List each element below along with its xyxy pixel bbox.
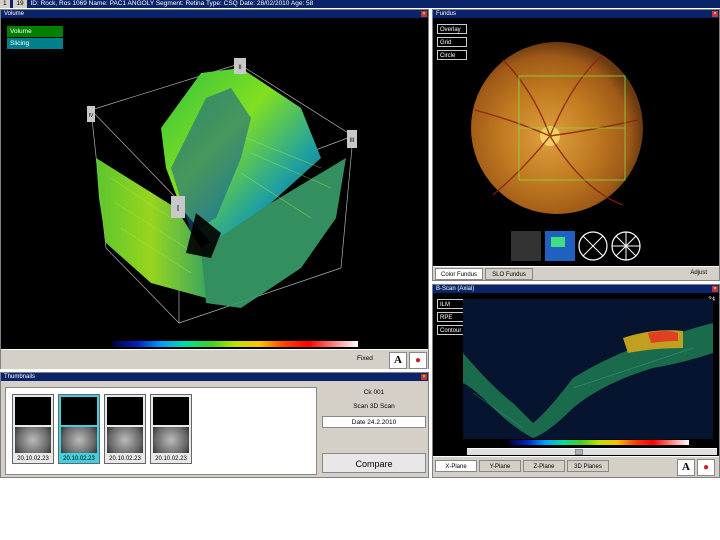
scan-type-label: Scan 3D Scan — [353, 403, 395, 410]
bscan-colorbar — [509, 440, 689, 445]
thumbnails-panel: Thumbnails × 20.10.02.23 20.10.02.23 20.… — [0, 372, 429, 478]
annotate-icon[interactable]: A — [677, 459, 695, 476]
bscan-panel: B-Scan (Axial) × ILM RPE Contour -34 X-P… — [432, 284, 720, 478]
tab-color-fundus[interactable]: Color Fundus — [435, 268, 483, 280]
fundus-image[interactable] — [433, 10, 720, 282]
bscan-scrollbar[interactable] — [467, 448, 717, 455]
compare-button[interactable]: Compare — [322, 453, 426, 473]
axis-marker-1[interactable]: I — [171, 196, 185, 218]
volume-panel: Volume × Volume Slicing I II III IV Fixe… — [0, 9, 429, 369]
thumbnail-date: 20.10.02.23 — [17, 456, 49, 462]
volume-bottom-bar: Fixed A ● — [1, 349, 428, 369]
axis-marker-2[interactable]: II — [234, 58, 246, 74]
svg-text:IV: IV — [89, 113, 94, 119]
svg-text:I: I — [177, 204, 179, 213]
bscan-image[interactable] — [433, 293, 720, 443]
bscan-panel-title: B-Scan (Axial) — [433, 285, 719, 293]
tab-x-plane[interactable]: X-Plane — [435, 460, 477, 472]
thumbnail-date: 20.10.02.23 — [109, 456, 141, 462]
palette-icon[interactable]: ● — [409, 352, 427, 369]
svg-text:III: III — [349, 138, 354, 144]
info-label: Ck 001 — [363, 389, 385, 396]
adjust-button[interactable]: Adjust — [690, 270, 707, 276]
axis-marker-4[interactable]: IV — [87, 106, 95, 122]
close-icon[interactable]: × — [421, 11, 427, 17]
patient-info: ID: Rock, Ros 1069 Name: PAC1 ANGOLY Seg… — [30, 0, 314, 7]
volume-colorbar — [113, 341, 358, 347]
svg-text:II: II — [238, 65, 242, 71]
fundus-panel: Fundus × Overlay Grid Circle Color Fundu… — [432, 9, 720, 281]
tab-3d-planes[interactable]: 3D Planes — [567, 460, 609, 472]
fundus-bottom-bar: Color Fundus SLO Fundus Adjust — [433, 266, 719, 280]
axis-marker-3[interactable]: III — [347, 130, 357, 148]
fixed-label: Fixed — [357, 355, 373, 362]
map-thumbnails[interactable] — [511, 231, 641, 261]
tab-slo-fundus[interactable]: SLO Fundus — [485, 268, 533, 280]
close-icon[interactable]: × — [712, 286, 718, 292]
thumbnail-item[interactable]: 20.10.02.23 — [12, 394, 54, 464]
thumbnail-item[interactable]: 20.10.02.23 — [58, 394, 100, 464]
thumbnail-date: 20.10.02.23 — [155, 456, 187, 462]
scroll-thumb[interactable] — [575, 449, 583, 455]
thumbnail-item[interactable]: 20.10.02.23 — [104, 394, 146, 464]
thumbnail-strip: 20.10.02.23 20.10.02.23 20.10.02.23 20.1… — [5, 387, 317, 475]
window-tab-2[interactable]: 19 — [13, 0, 27, 8]
volume-render[interactable]: I II III IV — [1, 18, 430, 348]
tab-y-plane[interactable]: Y-Plane — [479, 460, 521, 472]
app-titlebar: 1 19 ID: Rock, Ros 1069 Name: PAC1 ANGOL… — [0, 0, 720, 8]
volume-panel-title: Volume — [1, 10, 428, 18]
annotate-icon[interactable]: A — [389, 352, 407, 369]
thumbnail-item[interactable]: 20.10.02.23 — [150, 394, 192, 464]
window-tab-1[interactable]: 1 — [0, 0, 10, 8]
close-icon[interactable]: × — [421, 374, 427, 380]
date-field[interactable]: Date 24.2.2010 — [322, 416, 426, 428]
tab-z-plane[interactable]: Z-Plane — [523, 460, 565, 472]
thumbnail-date: 20.10.02.23 — [63, 456, 95, 462]
bscan-bottom-bar: X-Plane Y-Plane Z-Plane 3D Planes A ● — [433, 456, 719, 477]
palette-icon[interactable]: ● — [697, 459, 715, 476]
thumbnails-panel-title: Thumbnails — [1, 373, 428, 381]
